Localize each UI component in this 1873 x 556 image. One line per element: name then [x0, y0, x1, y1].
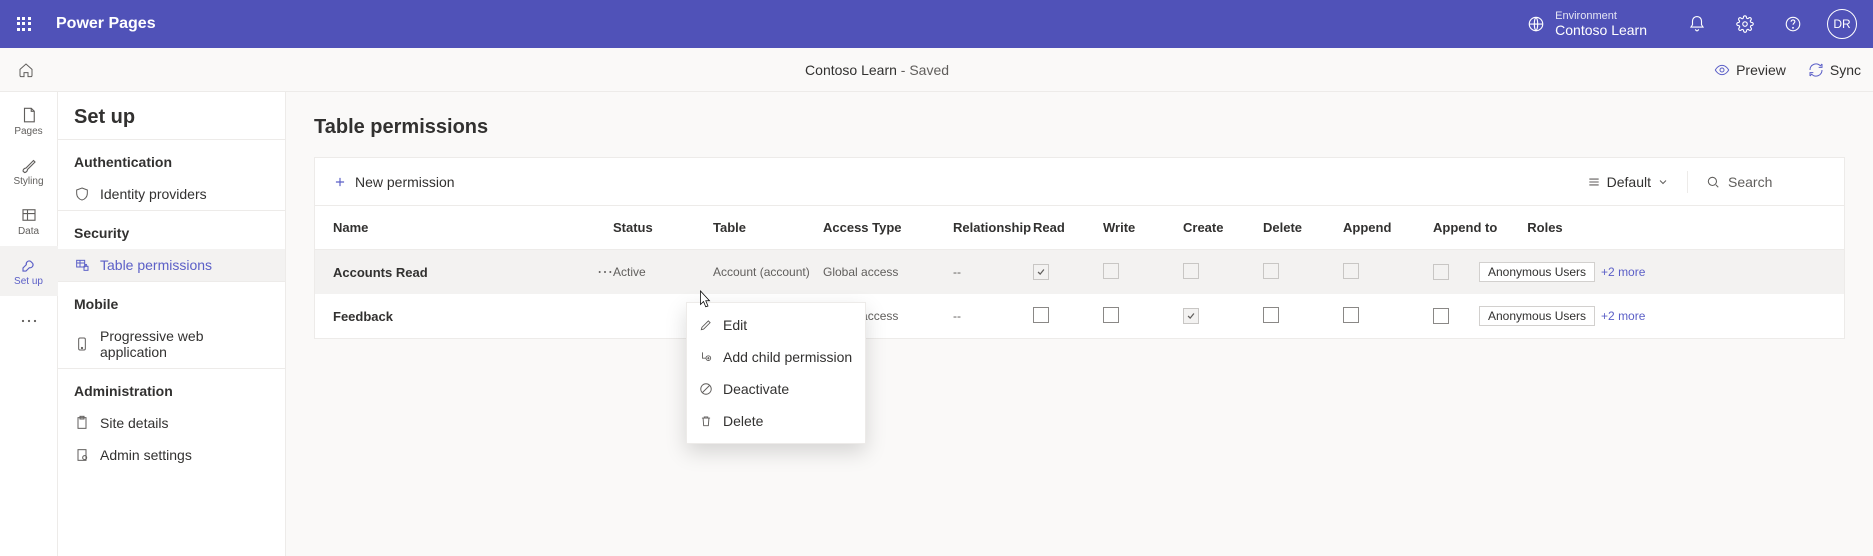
table-header: Name Status Table Access Type Relationsh…: [315, 206, 1844, 250]
ctx-delete[interactable]: Delete: [687, 405, 865, 437]
new-permission-button[interactable]: New permission: [333, 174, 455, 190]
search-icon: [1706, 175, 1720, 189]
sync-button[interactable]: Sync: [1808, 62, 1861, 78]
delete-checkbox[interactable]: [1263, 307, 1279, 323]
home-button[interactable]: [12, 56, 40, 84]
ban-icon: [699, 382, 713, 396]
read-checkbox[interactable]: [1033, 307, 1049, 323]
divider: [1687, 171, 1688, 193]
preview-button[interactable]: Preview: [1714, 62, 1786, 78]
plus-icon: [333, 175, 347, 189]
eye-icon: [1714, 62, 1730, 78]
sidenav-item-site-details[interactable]: Site details: [58, 407, 285, 439]
sidenav-item-label: Table permissions: [100, 257, 212, 273]
create-checkbox[interactable]: [1183, 263, 1199, 279]
saved-status: - Saved: [897, 62, 949, 78]
shield-icon: [74, 186, 90, 202]
ctx-deactivate[interactable]: Deactivate: [687, 373, 865, 405]
write-checkbox[interactable]: [1103, 263, 1119, 279]
settings-icon[interactable]: [1723, 0, 1767, 48]
table-lock-icon: [74, 257, 90, 273]
app-launcher-icon[interactable]: [8, 8, 40, 40]
ellipsis-icon: [597, 270, 613, 274]
app-title: Power Pages: [56, 15, 156, 33]
row-name: Accounts Read: [333, 265, 533, 280]
search-input[interactable]: Search: [1706, 174, 1826, 190]
ellipsis-icon: [20, 318, 38, 324]
trash-icon: [699, 414, 713, 428]
rail-styling[interactable]: Styling: [0, 146, 58, 196]
group-administration: Administration: [58, 369, 285, 407]
row-more-button[interactable]: [533, 270, 613, 274]
sidenav-item-pwa[interactable]: Progressive web application: [58, 320, 285, 368]
rail-setup[interactable]: Set up: [0, 246, 58, 296]
help-icon[interactable]: [1771, 0, 1815, 48]
write-checkbox[interactable]: [1103, 307, 1119, 323]
append-checkbox[interactable]: [1343, 307, 1359, 323]
delete-checkbox[interactable]: [1263, 263, 1279, 279]
table-row[interactable]: Feedback k (feedback) Global access -- A…: [315, 294, 1844, 338]
sync-icon: [1808, 62, 1824, 78]
page-icon: [20, 106, 38, 124]
list-icon: [1587, 175, 1601, 189]
sidenav-item-label: Identity providers: [100, 186, 207, 202]
create-checkbox[interactable]: [1183, 308, 1199, 324]
site-title: Contoso Learn - Saved: [52, 62, 1702, 78]
sidenav-item-table-permissions[interactable]: Table permissions: [58, 249, 285, 281]
globe-icon: [1527, 15, 1545, 33]
ctx-edit[interactable]: Edit: [687, 309, 865, 341]
global-header: Power Pages Environment Contoso Learn DR: [0, 0, 1873, 48]
roles-more[interactable]: +2 more: [1601, 265, 1645, 279]
row-name: Feedback: [333, 309, 533, 324]
page-title: Table permissions: [314, 116, 1845, 139]
view-dropdown[interactable]: Default: [1587, 174, 1669, 190]
add-child-icon: [699, 350, 713, 364]
group-security: Security: [58, 211, 285, 249]
sidenav-item-label: Site details: [100, 415, 168, 431]
group-mobile: Mobile: [58, 282, 285, 320]
environment-label: Environment: [1555, 10, 1647, 23]
sidenav-item-admin-settings[interactable]: Admin settings: [58, 439, 285, 471]
role-chip: Anonymous Users: [1479, 306, 1595, 326]
sidenav-item-label: Progressive web application: [100, 328, 269, 360]
left-rail: Pages Styling Data Set up: [0, 92, 58, 556]
context-menu: Edit Add child permission Deactivate Del…: [686, 302, 866, 444]
sidenav-title: Set up: [58, 92, 285, 139]
brush-icon: [20, 156, 38, 174]
sidenav-item-identity-providers[interactable]: Identity providers: [58, 178, 285, 210]
table-row[interactable]: Accounts Read Active Account (account) G…: [315, 250, 1844, 294]
roles-more[interactable]: +2 more: [1601, 309, 1645, 323]
command-bar: Contoso Learn - Saved Preview Sync: [0, 48, 1873, 92]
rail-pages[interactable]: Pages: [0, 96, 58, 146]
content-area: Table permissions New permission Default: [286, 92, 1873, 556]
append-checkbox[interactable]: [1343, 263, 1359, 279]
pencil-icon: [699, 318, 713, 332]
side-nav: Set up Authentication Identity providers…: [58, 92, 286, 556]
table-icon: [20, 206, 38, 224]
chevron-down-icon: [1657, 176, 1669, 188]
ctx-add-child[interactable]: Add child permission: [687, 341, 865, 373]
append-to-checkbox[interactable]: [1433, 308, 1449, 324]
user-avatar[interactable]: DR: [1827, 9, 1857, 39]
wrench-icon: [20, 256, 38, 274]
read-checkbox[interactable]: [1033, 264, 1049, 280]
append-to-checkbox[interactable]: [1433, 264, 1449, 280]
clipboard-icon: [74, 415, 90, 431]
environment-picker[interactable]: Environment Contoso Learn: [1527, 10, 1671, 39]
sidenav-item-label: Admin settings: [100, 447, 192, 463]
role-chip: Anonymous Users: [1479, 262, 1595, 282]
environment-name: Contoso Learn: [1555, 22, 1647, 38]
rail-more[interactable]: [0, 296, 58, 346]
phone-icon: [74, 336, 90, 352]
sliders-icon: [74, 447, 90, 463]
group-authentication: Authentication: [58, 140, 285, 178]
rail-data[interactable]: Data: [0, 196, 58, 246]
permissions-panel: New permission Default Search: [314, 157, 1845, 339]
notifications-icon[interactable]: [1675, 0, 1719, 48]
